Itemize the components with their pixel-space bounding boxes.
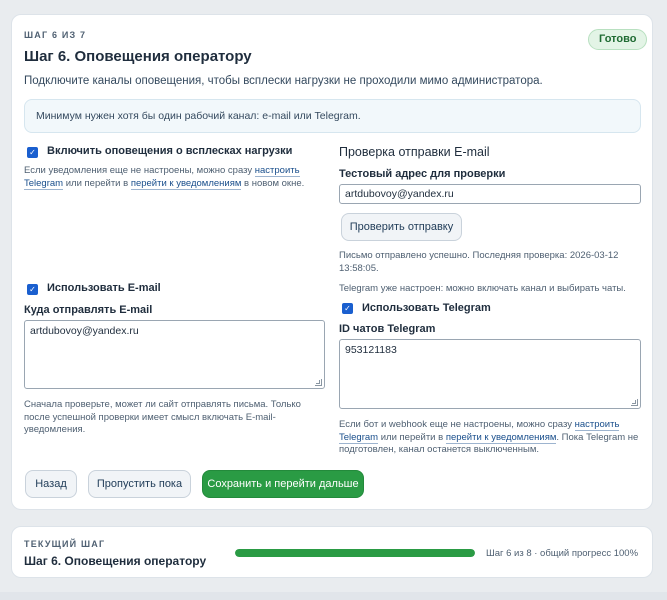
resize-handle-icon[interactable] [631,399,638,406]
test-address-label: Тестовый адрес для проверки [339,168,506,180]
check-icon: ✓ [344,303,351,313]
status-badge: Готово [588,29,648,50]
use-email-label[interactable]: Использовать E-mail [47,282,161,294]
spike-alerts-checkbox[interactable]: ✓ [27,147,38,158]
save-and-continue-button[interactable]: Сохранить и перейти дальше [202,470,364,498]
spike-alerts-hint: Если уведомления еще не настроены, можно… [24,165,329,190]
info-box: Минимум нужен хотя бы один рабочий канал… [24,99,641,133]
hint-text: или перейти в [380,431,444,443]
test-address-input[interactable]: artdubovoy@yandex.ru [339,184,641,204]
spike-alerts-label[interactable]: Включить оповещения о всплесках нагрузки [47,145,292,157]
telegram-status: Telegram уже настроен: можно включать ка… [339,283,626,294]
page-title: Шаг 6. Оповещения оператору [24,48,252,65]
progress-text: Шаг 6 из 8 · общий прогресс 100% [486,548,639,559]
telegram-hint: Если бот и webhook еще не настроены, мож… [339,419,641,457]
notifications-link[interactable]: перейти к уведомлениям [130,177,242,190]
use-telegram-label[interactable]: Использовать Telegram [362,302,491,314]
current-step-card: ТЕКУЩИЙ ШАГ Шаг 6. Оповещения оператору … [11,526,653,578]
step-counter-label: ШАГ 6 ИЗ 7 [24,30,87,40]
check-icon: ✓ [29,147,36,157]
hint-text: Если уведомления еще не настроены, можно… [24,165,253,176]
check-icon: ✓ [29,284,36,294]
email-recipient-value: artdubovoy@yandex.ru [30,325,139,337]
telegram-chat-ids-textarea[interactable]: 953121183 [339,339,641,409]
hint-text: Если бот и webhook еще не настроены, мож… [339,419,572,430]
email-test-status: Письмо отправлено успешно. Последняя про… [339,250,619,274]
wizard-step-card: ШАГ 6 ИЗ 7 Готово Шаг 6. Оповещения опер… [11,14,653,510]
email-hint: Сначала проверьте, может ли сайт отправл… [24,399,301,435]
page-footer-strip [0,592,667,600]
telegram-chat-ids-label: ID чатов Telegram [339,323,436,335]
current-step-title: Шаг 6. Оповещения оператору [24,554,207,568]
hint-text: в новом окне. [244,177,305,189]
back-button[interactable]: Назад [25,470,77,498]
resize-handle-icon[interactable] [315,379,322,386]
use-telegram-checkbox[interactable]: ✓ [342,303,353,314]
email-recipient-label: Куда отправлять E-mail [24,304,153,316]
use-email-checkbox[interactable]: ✓ [27,284,38,295]
test-send-button[interactable]: Проверить отправку [341,213,462,241]
current-step-label: ТЕКУЩИЙ ШАГ [24,539,106,549]
page-subtitle: Подключите каналы оповещения, чтобы вспл… [24,75,543,87]
notifications-link[interactable]: перейти к уведомлениям [445,431,557,444]
email-test-section-title: Проверка отправки E-mail [339,145,490,159]
skip-button[interactable]: Пропустить пока [88,470,191,498]
telegram-chat-ids-value: 953121183 [345,344,397,356]
email-recipient-textarea[interactable]: artdubovoy@yandex.ru [24,320,325,389]
hint-text: или перейти в [65,177,129,189]
info-box-text: Минимум нужен хотя бы один рабочий канал… [36,110,361,122]
progress-bar [235,549,475,557]
progress-bar-fill [235,549,475,557]
